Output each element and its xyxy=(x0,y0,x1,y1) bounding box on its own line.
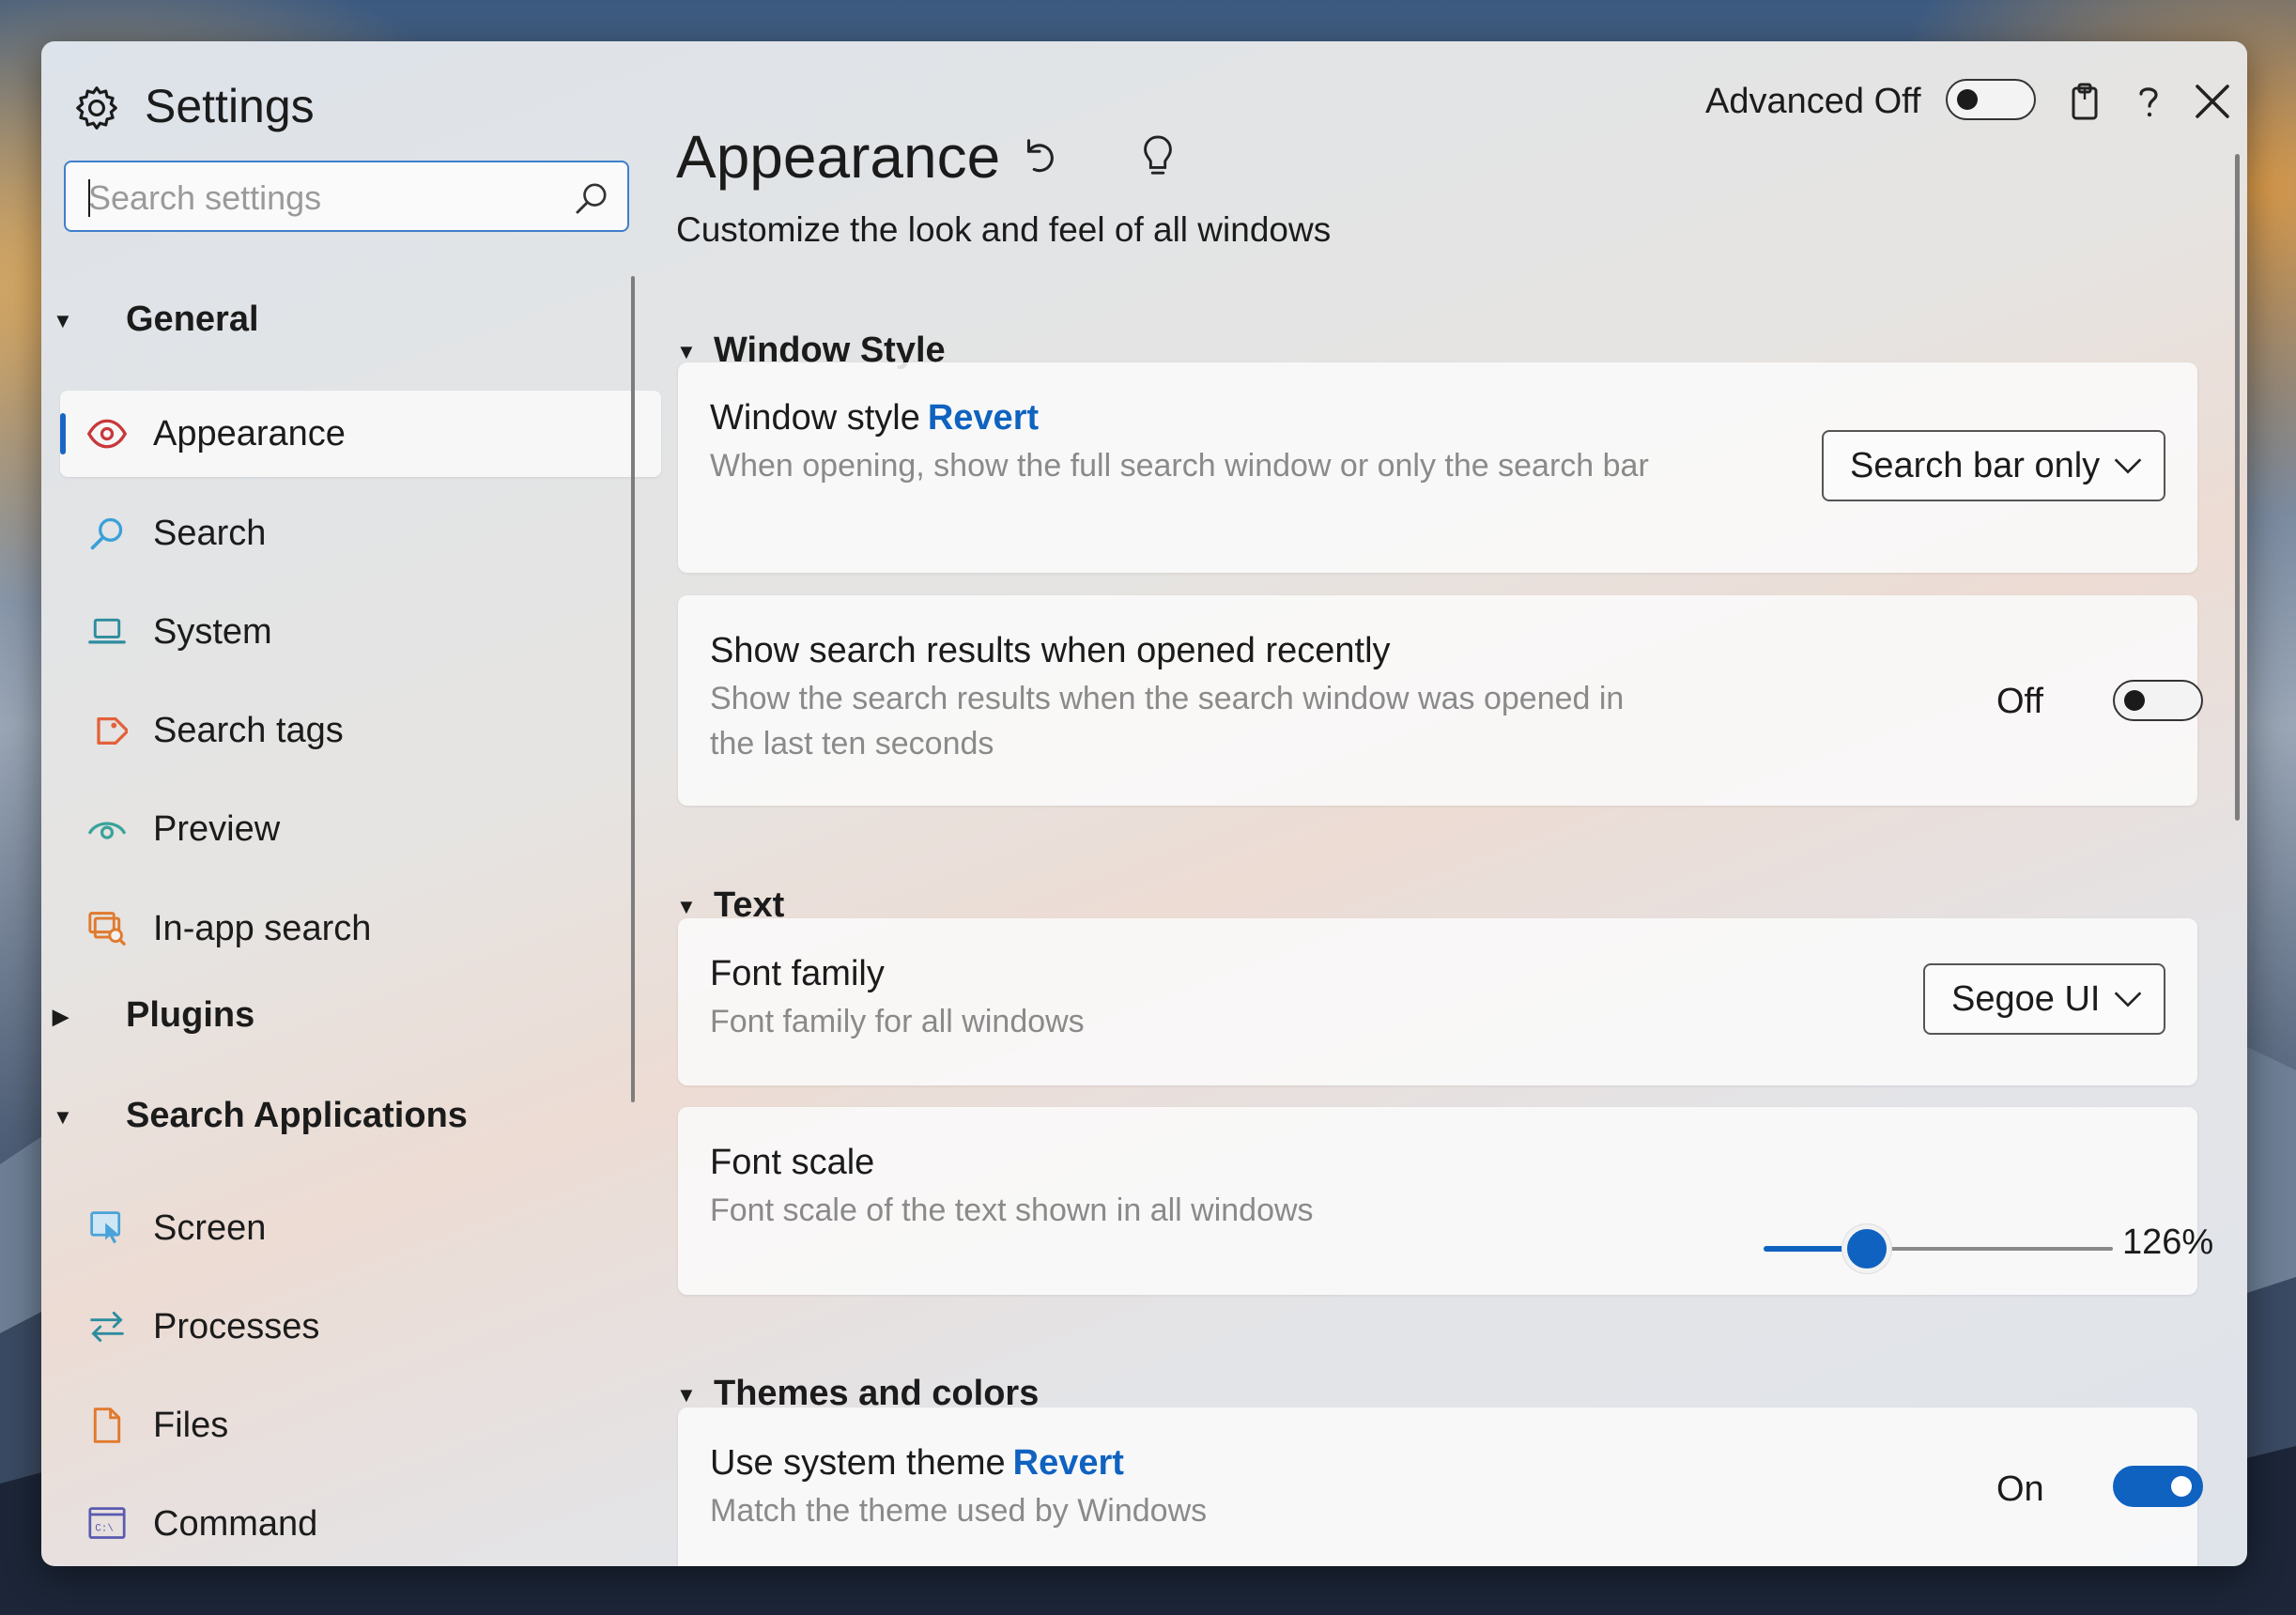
setting-title: Show search results when opened recently xyxy=(710,631,1391,670)
file-icon xyxy=(93,1407,121,1443)
sidebar-item-appearance[interactable]: Appearance xyxy=(60,391,661,477)
setting-description: Match the theme used by Windows xyxy=(710,1493,1208,1529)
font-scale-slider-thumb[interactable] xyxy=(1842,1224,1891,1273)
setting-card-font-scale: Font scale Font scale of the text shown … xyxy=(678,1107,2197,1295)
group-general[interactable]: ▼ General xyxy=(53,291,259,347)
setting-card-system-theme: Use system theme Revert Match the theme u… xyxy=(678,1407,2203,1566)
toggle-knob xyxy=(2124,690,2145,711)
sidebar-item-screen[interactable]: Screen xyxy=(60,1185,661,1271)
font-scale-value: 126% xyxy=(2122,1223,2214,1262)
chevron-down-icon xyxy=(2114,458,2142,474)
sidebar-scrollbar[interactable] xyxy=(631,276,635,1102)
setting-card-recent-results: Show search results when opened recently… xyxy=(678,595,2203,806)
sidebar-item-preview[interactable]: Preview xyxy=(60,786,661,872)
command-prompt-icon: C:\ xyxy=(88,1507,126,1539)
search-settings-field[interactable] xyxy=(64,161,629,232)
sidebar-item-in-app-search[interactable]: In-app search xyxy=(60,885,661,972)
chevron-down-icon xyxy=(2114,992,2142,1007)
chevron-down-icon: ▼ xyxy=(53,1104,73,1129)
help-icon[interactable] xyxy=(2126,79,2171,124)
group-plugins[interactable]: ▶ Plugins xyxy=(53,987,254,1043)
selection-indicator xyxy=(60,413,66,454)
main-scrollbar[interactable] xyxy=(2235,154,2240,821)
revert-link[interactable]: Revert xyxy=(1013,1443,1124,1483)
text-caret xyxy=(88,179,90,217)
sidebar-item-command[interactable]: C:\ Command xyxy=(60,1481,661,1566)
laptop-icon xyxy=(88,618,126,644)
setting-title: Window style Revert xyxy=(710,398,1040,438)
advanced-mode-label: Advanced Off xyxy=(1705,82,1921,121)
svg-text:C:\: C:\ xyxy=(95,1523,114,1534)
in-app-search-icon xyxy=(88,912,126,946)
page-subtitle: Customize the look and feel of all windo… xyxy=(676,210,1332,249)
chevron-down-icon: ▼ xyxy=(53,308,73,332)
setting-description: Font scale of the text shown in all wind… xyxy=(710,1192,1314,1228)
close-icon[interactable] xyxy=(2190,79,2235,124)
advanced-mode-toggle[interactable] xyxy=(1946,79,2036,120)
window-style-dropdown[interactable]: Search bar only xyxy=(1822,430,2165,501)
tag-icon xyxy=(97,717,128,746)
sidebar-item-search[interactable]: Search xyxy=(60,490,661,577)
toggle-knob xyxy=(2171,1476,2192,1497)
setting-card-font-family: Font family Font family for all windows … xyxy=(678,918,2197,1085)
clipboard-icon[interactable] xyxy=(2062,79,2107,124)
screen-icon xyxy=(90,1211,121,1244)
app-title: Settings xyxy=(145,80,315,132)
lightbulb-icon[interactable] xyxy=(1136,133,1179,180)
toggle-knob xyxy=(1957,89,1978,110)
font-scale-slider-track[interactable] xyxy=(1871,1247,2113,1251)
gear-icon xyxy=(76,86,117,130)
sidebar-item-files[interactable]: Files xyxy=(60,1382,661,1469)
setting-card-window-style: Window style Revert When opening, show th… xyxy=(678,362,2197,573)
setting-title: Font scale xyxy=(710,1143,875,1182)
sidebar-item-system[interactable]: System xyxy=(60,589,661,675)
system-theme-toggle[interactable] xyxy=(2113,1466,2203,1507)
toggle-state-label: Off xyxy=(1996,682,2043,721)
search-icon[interactable] xyxy=(573,179,610,217)
chevron-right-icon: ▶ xyxy=(53,1004,69,1028)
sidebar-item-processes[interactable]: Processes xyxy=(60,1284,661,1370)
setting-description: Show the search results when the search … xyxy=(710,681,1625,761)
toggle-state-label: On xyxy=(1996,1469,2044,1509)
search-icon xyxy=(90,517,123,550)
setting-description: When opening, show the full search windo… xyxy=(710,448,1649,484)
font-family-dropdown[interactable]: Segoe UI xyxy=(1923,963,2165,1035)
recent-results-toggle[interactable] xyxy=(2113,680,2203,721)
group-search-applications[interactable]: ▼ Search Applications xyxy=(53,1087,468,1144)
preview-eye-icon xyxy=(88,822,126,839)
sidebar-item-search-tags[interactable]: Search tags xyxy=(60,687,661,774)
setting-title: Font family xyxy=(710,954,885,993)
page-title: Appearance xyxy=(676,123,1001,191)
undo-icon[interactable] xyxy=(1018,135,1061,178)
processes-arrows-icon xyxy=(90,1312,124,1342)
setting-description: Font family for all windows xyxy=(710,1004,1085,1039)
revert-link[interactable]: Revert xyxy=(928,398,1039,438)
setting-title: Use system theme Revert xyxy=(710,1443,1124,1483)
settings-window: Settings ▼General Appearance Search xyxy=(41,41,2247,1566)
search-input[interactable] xyxy=(86,172,560,224)
eye-icon xyxy=(86,419,128,449)
